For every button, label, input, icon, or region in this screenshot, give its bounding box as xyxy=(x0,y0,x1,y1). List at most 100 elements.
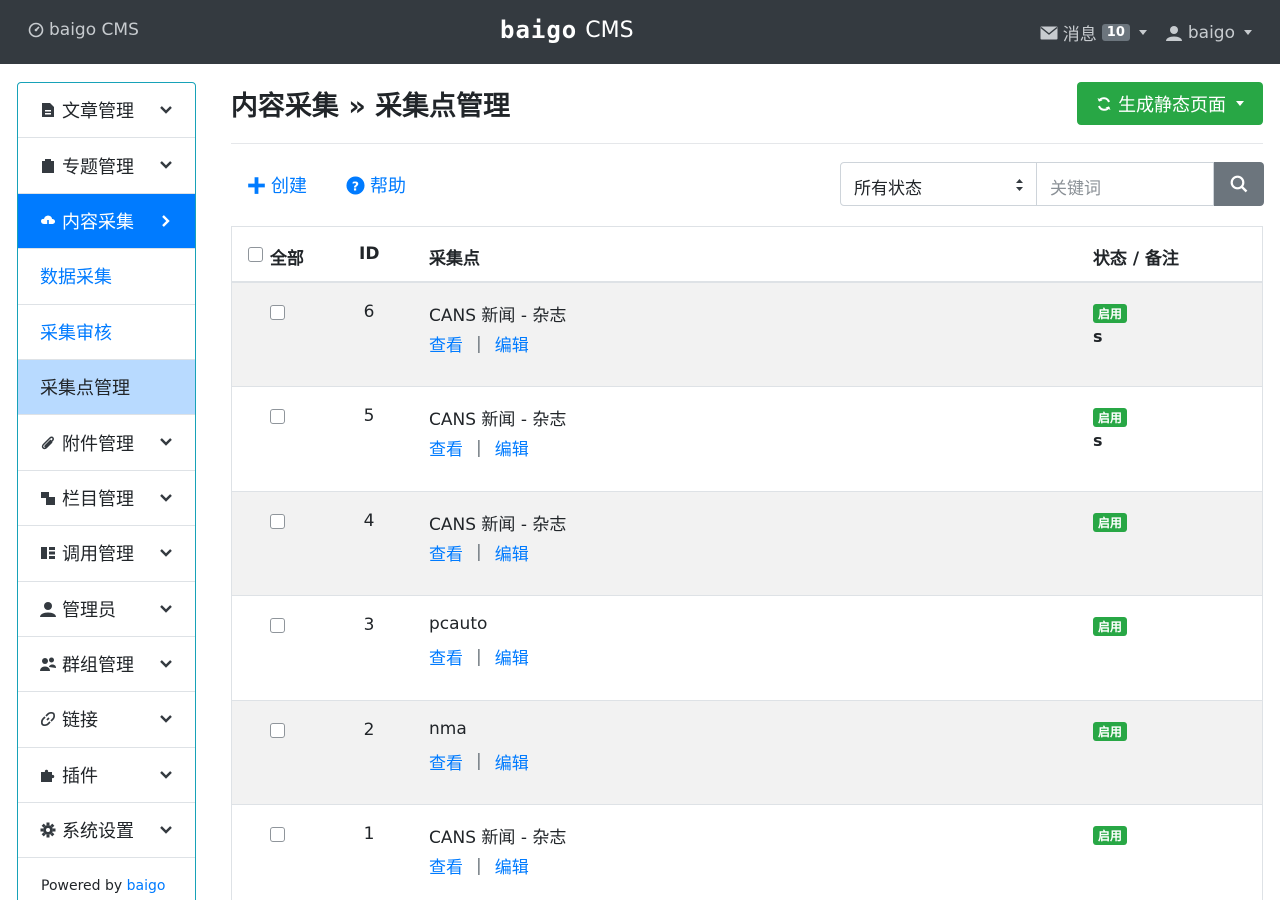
gather-points-table: 全部 ID 采集点 状态 / 备注 6 CANS 新闻 - 杂志 查看 | 编辑… xyxy=(231,226,1263,900)
messages-dropdown[interactable]: 消息 10 xyxy=(1040,20,1147,45)
status-select[interactable]: 所有状态 xyxy=(840,162,1037,206)
sidebar-item-settings[interactable]: 系统设置 xyxy=(18,803,195,859)
row-checkbox[interactable] xyxy=(270,409,285,425)
edit-link[interactable]: 编辑 xyxy=(495,644,529,669)
sidebar-item-columns[interactable]: 栏目管理 xyxy=(18,471,195,527)
puzzle-icon xyxy=(41,769,55,782)
user-dropdown[interactable]: baigo xyxy=(1165,23,1252,43)
header-id: ID xyxy=(359,244,380,264)
sidebar-subitem-data-gather[interactable]: 数据采集 xyxy=(18,249,195,305)
edit-link[interactable]: 编辑 xyxy=(495,435,529,460)
sidebar: 文章管理 专题管理 内容采集 数据采集 采集审核 采集点管理 附件管理 栏目管理… xyxy=(17,82,196,900)
view-link[interactable]: 查看 xyxy=(429,435,463,460)
sidebar-item-articles[interactable]: 文章管理 xyxy=(18,83,195,139)
sidebar-subitem-gather-review[interactable]: 采集审核 xyxy=(18,305,195,360)
sidebar-item-topics[interactable]: 专题管理 xyxy=(18,138,195,194)
edit-link[interactable]: 编辑 xyxy=(495,331,529,356)
row-name: CANS 新闻 - 杂志 xyxy=(429,306,567,326)
search-form: 所有状态 关键词 xyxy=(840,162,1264,206)
row-checkbox[interactable] xyxy=(270,827,285,842)
gear-icon xyxy=(40,822,56,838)
sidebar-item-plugins[interactable]: 插件 xyxy=(18,748,195,804)
table-header: 全部 ID 采集点 状态 / 备注 xyxy=(232,227,1262,283)
page-title: 内容采集 » 采集点管理 xyxy=(231,91,511,122)
row-checkbox[interactable] xyxy=(270,513,285,529)
view-link[interactable]: 查看 xyxy=(429,853,463,878)
status-badge: 启用 xyxy=(1093,617,1128,637)
select-all-checkbox[interactable] xyxy=(248,247,263,262)
chevron-down-icon xyxy=(160,826,172,834)
users-icon xyxy=(40,657,56,672)
sidebar-item-label: 群组管理 xyxy=(62,655,134,677)
row-checkbox[interactable] xyxy=(270,618,285,634)
link-separator: | xyxy=(476,333,482,354)
edit-link[interactable]: 编辑 xyxy=(495,853,529,878)
sidebar-item-label: 采集点管理 xyxy=(40,378,130,400)
messages-count-badge: 10 xyxy=(1101,24,1130,41)
sidebar-item-admins[interactable]: 管理员 xyxy=(18,582,195,637)
help-link[interactable]: ? 帮助 xyxy=(346,172,406,198)
row-checkbox[interactable] xyxy=(270,722,285,738)
sidebar-item-attachments[interactable]: 附件管理 xyxy=(18,415,195,471)
svg-text:?: ? xyxy=(352,179,359,193)
status-select-value: 所有状态 xyxy=(854,179,922,199)
view-link[interactable]: 查看 xyxy=(429,749,463,774)
user-icon xyxy=(1165,25,1182,41)
sidebar-item-label: 系统设置 xyxy=(62,821,134,843)
search-button[interactable] xyxy=(1214,162,1264,206)
chevron-down-icon xyxy=(160,549,172,557)
edit-link[interactable]: 编辑 xyxy=(495,749,529,774)
sidebar-item-links[interactable]: 链接 xyxy=(18,692,195,748)
sidebar-item-label: 调用管理 xyxy=(62,544,134,566)
row-checkbox[interactable] xyxy=(270,305,285,320)
caret-down-icon xyxy=(1236,101,1244,106)
row-note: s xyxy=(1093,327,1103,346)
sidebar-item-groups[interactable]: 群组管理 xyxy=(18,637,195,693)
chevron-down-icon xyxy=(160,106,172,114)
caret-down-icon xyxy=(1138,30,1147,35)
view-link[interactable]: 查看 xyxy=(429,540,463,565)
clipboard-icon xyxy=(42,158,54,173)
sidebar-item-label: 专题管理 xyxy=(62,156,134,178)
sidebar-item-gather[interactable]: 内容采集 xyxy=(18,193,195,250)
powered-by-link[interactable]: baigo xyxy=(127,878,166,894)
search-icon xyxy=(1230,175,1248,193)
link-icon xyxy=(40,712,56,727)
sidebar-item-label: 链接 xyxy=(62,710,98,732)
sidebar-item-calls[interactable]: 调用管理 xyxy=(18,526,195,582)
link-separator: | xyxy=(476,437,482,458)
keyword-input[interactable]: 关键词 xyxy=(1037,162,1214,206)
cloud-download-icon xyxy=(41,215,55,229)
table-row: 2 nma 查看 | 编辑 启用 xyxy=(232,700,1262,805)
logo-suffix: CMS xyxy=(585,17,634,43)
status-badge: 启用 xyxy=(1093,721,1128,741)
messages-label: 消息 xyxy=(1062,25,1097,45)
help-label: 帮助 xyxy=(370,176,406,197)
create-link[interactable]: 创建 xyxy=(247,172,307,198)
sidebar-item-label: 栏目管理 xyxy=(62,488,134,510)
status-badge: 启用 xyxy=(1093,304,1128,323)
status-badge: 启用 xyxy=(1093,512,1128,532)
row-name: CANS 新闻 - 杂志 xyxy=(429,514,567,535)
link-separator: | xyxy=(476,646,482,667)
sidebar-subitem-gather-points[interactable]: 采集点管理 xyxy=(18,359,195,416)
table-row: 3 pcauto 查看 | 编辑 启用 xyxy=(232,596,1262,701)
view-link[interactable]: 查看 xyxy=(429,644,463,669)
sidebar-item-label: 插件 xyxy=(62,765,98,787)
link-separator: | xyxy=(476,542,482,563)
create-label: 创建 xyxy=(271,176,307,197)
generate-static-pages-button[interactable]: 生成静态页面 xyxy=(1077,82,1263,125)
table-row: 6 CANS 新闻 - 杂志 查看 | 编辑 启用 s xyxy=(232,283,1262,388)
logo: baigo CMS xyxy=(500,16,634,44)
view-link[interactable]: 查看 xyxy=(429,331,463,356)
chevron-down-icon xyxy=(160,493,172,502)
refresh-icon xyxy=(1097,96,1111,111)
question-circle-icon: ? xyxy=(346,175,365,195)
edit-link[interactable]: 编辑 xyxy=(495,540,529,565)
sidebar-item-label: 管理员 xyxy=(62,599,116,621)
table-row: 4 CANS 新闻 - 杂志 查看 | 编辑 启用 xyxy=(232,491,1262,597)
brand-link[interactable]: baigo CMS xyxy=(28,20,139,40)
sidebar-item-label: 附件管理 xyxy=(62,433,134,455)
chevron-down-icon xyxy=(160,660,172,668)
status-badge: 启用 xyxy=(1093,826,1128,845)
